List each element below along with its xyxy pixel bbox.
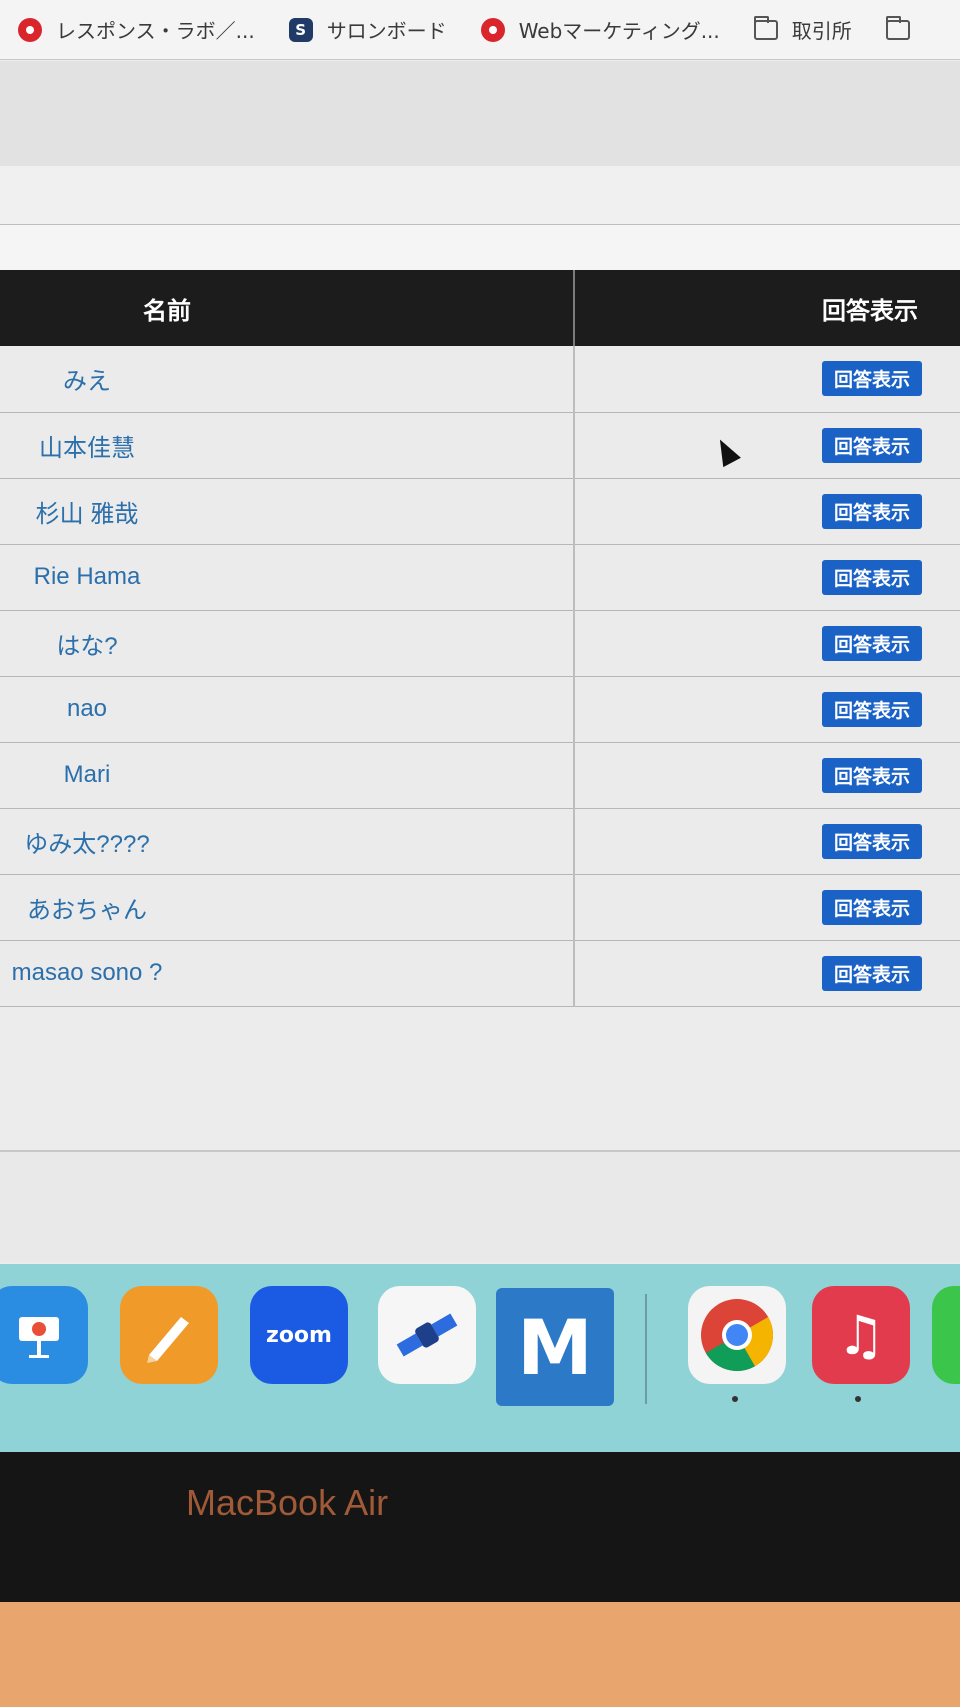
bookmark-label: サロンボード xyxy=(326,19,447,43)
view-answer-button[interactable]: 回答表示 xyxy=(821,757,922,793)
laptop-screen: レスポンス・ラボ／... S サロンボード Webマーケティング... 取引所 … xyxy=(0,0,960,1452)
view-answer-button[interactable]: 回答表示 xyxy=(821,955,922,991)
table-row: みえ 回答表示 xyxy=(0,346,960,413)
respondent-name-link[interactable]: masao sono ? xyxy=(0,940,575,1007)
respondent-name-link[interactable]: ゆみ太???? xyxy=(0,808,575,875)
satellite-app-icon[interactable] xyxy=(378,1286,476,1384)
music-glyph: ♫ xyxy=(836,1303,886,1367)
bookmark-web-marketing[interactable]: Webマーケティング... xyxy=(480,15,720,44)
messages-icon[interactable] xyxy=(932,1286,960,1384)
page-subheader-area xyxy=(0,166,960,225)
bookmark-folder-more[interactable] xyxy=(885,15,910,42)
table-row: nao 回答表示 xyxy=(0,676,960,743)
folder-icon xyxy=(753,15,778,42)
page-spacer xyxy=(0,225,960,270)
answers-table: 名前 回答表示 みえ 回答表示 山本佳慧 回答表示 杉山 雅哉 回答表示 Rie… xyxy=(0,270,960,1007)
keynote-icon[interactable] xyxy=(0,1286,88,1384)
folder-icon xyxy=(885,15,910,42)
chrome-icon[interactable] xyxy=(688,1286,786,1384)
view-answer-button[interactable]: 回答表示 xyxy=(821,823,922,859)
m-app-label: M xyxy=(517,1302,593,1392)
view-answer-button[interactable]: 回答表示 xyxy=(821,889,922,925)
bookmarks-bar: レスポンス・ラボ／... S サロンボード Webマーケティング... 取引所 xyxy=(0,0,960,60)
page-bottom-area xyxy=(0,1152,960,1262)
table-row: はな? 回答表示 xyxy=(0,610,960,677)
music-icon[interactable]: ♫ xyxy=(812,1286,910,1384)
macos-dock: zoom M ♫ xyxy=(0,1264,960,1452)
bookmark-label: 取引所 xyxy=(791,19,852,43)
music-running-indicator xyxy=(855,1396,861,1402)
respondent-name-link[interactable]: Mari xyxy=(0,742,575,809)
respondent-name-link[interactable]: みえ xyxy=(0,346,575,413)
table-row: あおちゃん 回答表示 xyxy=(0,874,960,941)
view-answer-button[interactable]: 回答表示 xyxy=(821,493,922,529)
respondent-name-link[interactable]: あおちゃん xyxy=(0,874,575,941)
bookmark-label: Webマーケティング... xyxy=(518,19,720,43)
respondent-name-link[interactable]: 山本佳慧 xyxy=(0,412,575,479)
device-label: MacBook Air xyxy=(186,1482,389,1523)
view-answer-button[interactable]: 回答表示 xyxy=(821,361,922,397)
m-bird-app-icon[interactable]: M xyxy=(496,1288,614,1406)
respondent-name-link[interactable]: Rie Hama xyxy=(0,544,575,611)
zoom-label: zoom xyxy=(266,1322,332,1348)
page-footer-area xyxy=(0,1020,960,1152)
table-row: 山本佳慧 回答表示 xyxy=(0,412,960,479)
view-answer-button[interactable]: 回答表示 xyxy=(821,559,922,595)
table-row: Mari 回答表示 xyxy=(0,742,960,809)
table-row: Rie Hama 回答表示 xyxy=(0,544,960,611)
dock-divider xyxy=(645,1294,647,1404)
chrome-running-indicator xyxy=(732,1396,738,1402)
bookmark-folder-exchange[interactable]: 取引所 xyxy=(753,15,852,44)
bookmark-response-lab[interactable]: レスポンス・ラボ／... xyxy=(18,15,255,44)
red-circle-icon xyxy=(18,17,42,42)
respondent-name-link[interactable]: nao xyxy=(0,676,575,743)
respondent-name-link[interactable]: はな? xyxy=(0,610,575,677)
view-answer-button[interactable]: 回答表示 xyxy=(821,691,922,727)
s-badge-icon: S xyxy=(288,17,313,42)
respondent-name-link[interactable]: 杉山 雅哉 xyxy=(0,478,575,545)
view-answer-button[interactable]: 回答表示 xyxy=(821,427,922,463)
column-header-view: 回答表示 xyxy=(574,270,960,346)
table-row: masao sono ? 回答表示 xyxy=(0,940,960,1007)
bookmark-salon-board[interactable]: S サロンボード xyxy=(288,15,447,44)
view-answer-button[interactable]: 回答表示 xyxy=(821,625,922,661)
table-header-row: 名前 回答表示 xyxy=(0,270,960,346)
laptop-keyboard-deck xyxy=(0,1602,960,1707)
pages-icon[interactable] xyxy=(120,1286,218,1384)
table-row: ゆみ太???? 回答表示 xyxy=(0,808,960,875)
red-circle-icon xyxy=(480,17,505,42)
bookmark-label: レスポンス・ラボ／... xyxy=(56,19,255,43)
zoom-icon[interactable]: zoom xyxy=(250,1286,348,1384)
column-header-name: 名前 xyxy=(0,270,575,346)
laptop-bezel: MacBook Air xyxy=(0,1452,960,1602)
page-header-area xyxy=(0,61,960,166)
table-row: 杉山 雅哉 回答表示 xyxy=(0,478,960,545)
